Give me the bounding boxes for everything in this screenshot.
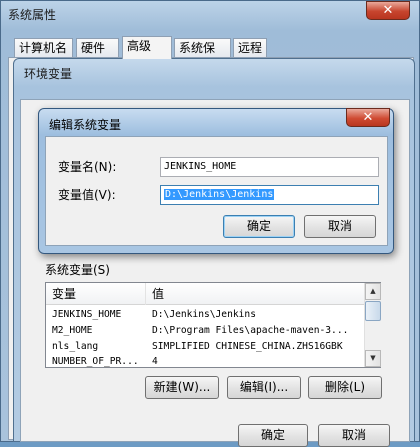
delete-variable-button[interactable]: 删除(L) — [308, 376, 382, 399]
tab-hardware[interactable]: 硬件 — [76, 38, 119, 58]
edit-variable-button[interactable]: 编辑(I)... — [227, 376, 301, 399]
environment-variables-title: 环境变量 — [24, 67, 73, 81]
tab-computer-name[interactable]: 计算机名 — [14, 38, 73, 58]
variable-name-cell: JENKINS_HOME — [52, 309, 122, 320]
scroll-up-arrow-icon[interactable]: ▲ — [365, 283, 381, 300]
tab-system-protection[interactable]: 系统保护 — [174, 38, 231, 74]
environment-variables-ok-button[interactable]: 确定 — [238, 424, 308, 447]
variable-name-field[interactable]: JENKINS_HOME — [160, 157, 379, 177]
system-properties-title: 系统属性 — [8, 8, 57, 22]
variable-value-field[interactable]: D:\Jenkins\Jenkins — [160, 185, 379, 205]
edit-dialog-cancel-button[interactable]: 取消 — [304, 215, 376, 238]
scroll-down-arrow-icon[interactable]: ▼ — [365, 350, 381, 367]
system-variables-label: 系统变量(S) — [45, 263, 110, 277]
variable-name-cell: M2_HOME — [52, 325, 93, 336]
table-row[interactable]: NUMBER_OF_PR... 4 — [46, 354, 364, 367]
variable-name-cell: NUMBER_OF_PR... — [52, 356, 139, 367]
column-header-value[interactable]: 值 — [146, 283, 364, 305]
column-header-variable[interactable]: 变量 — [46, 283, 146, 305]
tab-advanced[interactable]: 高级 — [122, 36, 172, 59]
environment-variables-cancel-button[interactable]: 取消 — [318, 424, 390, 447]
table-row[interactable]: JENKINS_HOME D:\Jenkins\Jenkins — [46, 307, 364, 322]
variable-value-label: 变量值(V): — [58, 188, 116, 202]
vertical-scrollbar[interactable]: ▲ ▼ — [364, 283, 381, 367]
variable-name-label: 变量名(N): — [58, 160, 117, 174]
selected-text: D:\Jenkins\Jenkins — [164, 189, 275, 200]
scroll-thumb[interactable] — [365, 301, 381, 321]
variable-value-cell: 4 — [152, 356, 158, 367]
system-variables-list[interactable]: 变量 值 JENKINS_HOME D:\Jenkins\Jenkins M2_… — [45, 282, 381, 368]
system-properties-close-button[interactable]: ✕ — [366, 1, 410, 20]
table-row[interactable]: nls_lang SIMPLIFIED CHINESE_CHINA.ZHS16G… — [46, 339, 364, 354]
edit-dialog-ok-button[interactable]: 确定 — [223, 215, 295, 238]
edit-dialog-title: 编辑系统变量 — [49, 118, 122, 132]
table-row[interactable]: M2_HOME D:\Program Files\apache-maven-3.… — [46, 323, 364, 338]
system-properties-tabbar: 计算机名 硬件 高级 系统保护 远程 — [14, 36, 414, 74]
tab-remote[interactable]: 远程 — [233, 38, 267, 58]
edit-dialog-close-button[interactable]: ✕ — [346, 108, 390, 127]
list-header: 变量 值 — [46, 283, 364, 305]
variable-value-cell: D:\Program Files\apache-maven-3... — [152, 325, 349, 336]
variable-value-cell: D:\Jenkins\Jenkins — [152, 309, 256, 320]
variable-value-cell: SIMPLIFIED CHINESE_CHINA.ZHS16GBK — [152, 341, 343, 352]
new-variable-button[interactable]: 新建(W)... — [145, 376, 219, 399]
variable-name-cell: nls_lang — [52, 341, 99, 352]
